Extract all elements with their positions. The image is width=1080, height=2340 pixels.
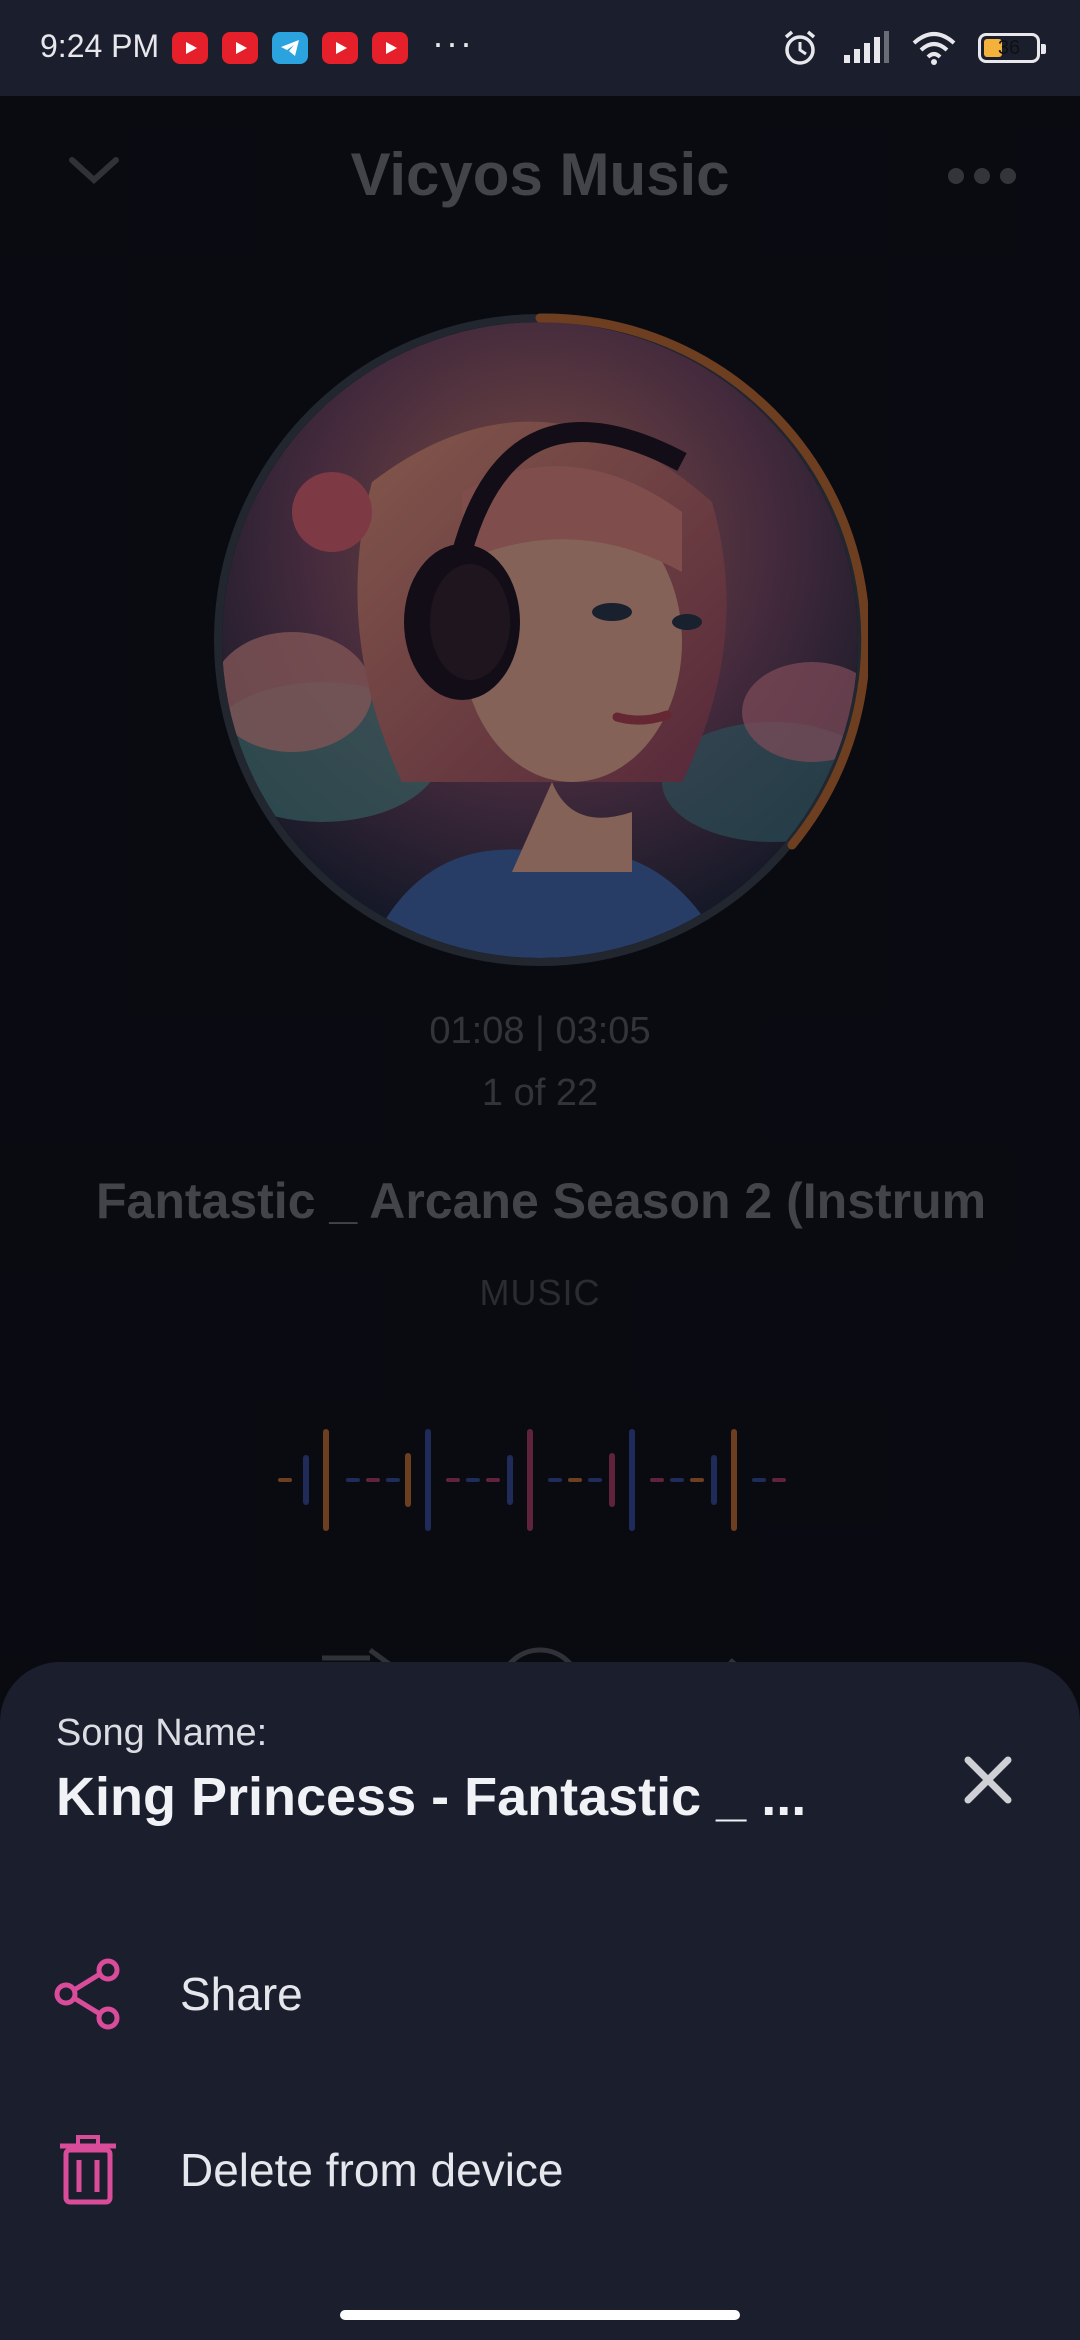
system-icons: 36 — [780, 28, 1046, 68]
delete-option[interactable]: Delete from device — [0, 2100, 1080, 2240]
notification-icons — [172, 32, 408, 64]
status-time: 9:24 PM — [40, 28, 160, 64]
signal-icon — [844, 31, 889, 63]
close-button[interactable] — [954, 1746, 1022, 1814]
telegram-icon — [272, 32, 308, 64]
youtube-icon — [322, 32, 358, 64]
delete-label: Delete from device — [180, 2144, 564, 2196]
share-icon — [52, 1958, 124, 2030]
song-name-label: Song Name: — [56, 1712, 268, 1754]
home-indicator[interactable] — [340, 2310, 740, 2320]
trash-icon — [52, 2134, 124, 2206]
wifi-icon — [912, 32, 956, 65]
youtube-icon — [172, 32, 208, 64]
alarm-icon — [784, 30, 816, 65]
close-icon — [964, 1756, 1012, 1804]
status-bar: 9:24 PM ··· 36 — [0, 0, 1080, 96]
song-name: King Princess - Fantastic _ ... — [56, 1767, 807, 1827]
share-label: Share — [180, 1968, 303, 2020]
more-notifications-icon: ··· — [432, 22, 474, 63]
battery-icon: 36 — [978, 33, 1046, 63]
share-option[interactable]: Share — [0, 1924, 1080, 2064]
youtube-icon — [222, 32, 258, 64]
battery-level: 36 — [997, 37, 1021, 59]
youtube-icon — [372, 32, 408, 64]
